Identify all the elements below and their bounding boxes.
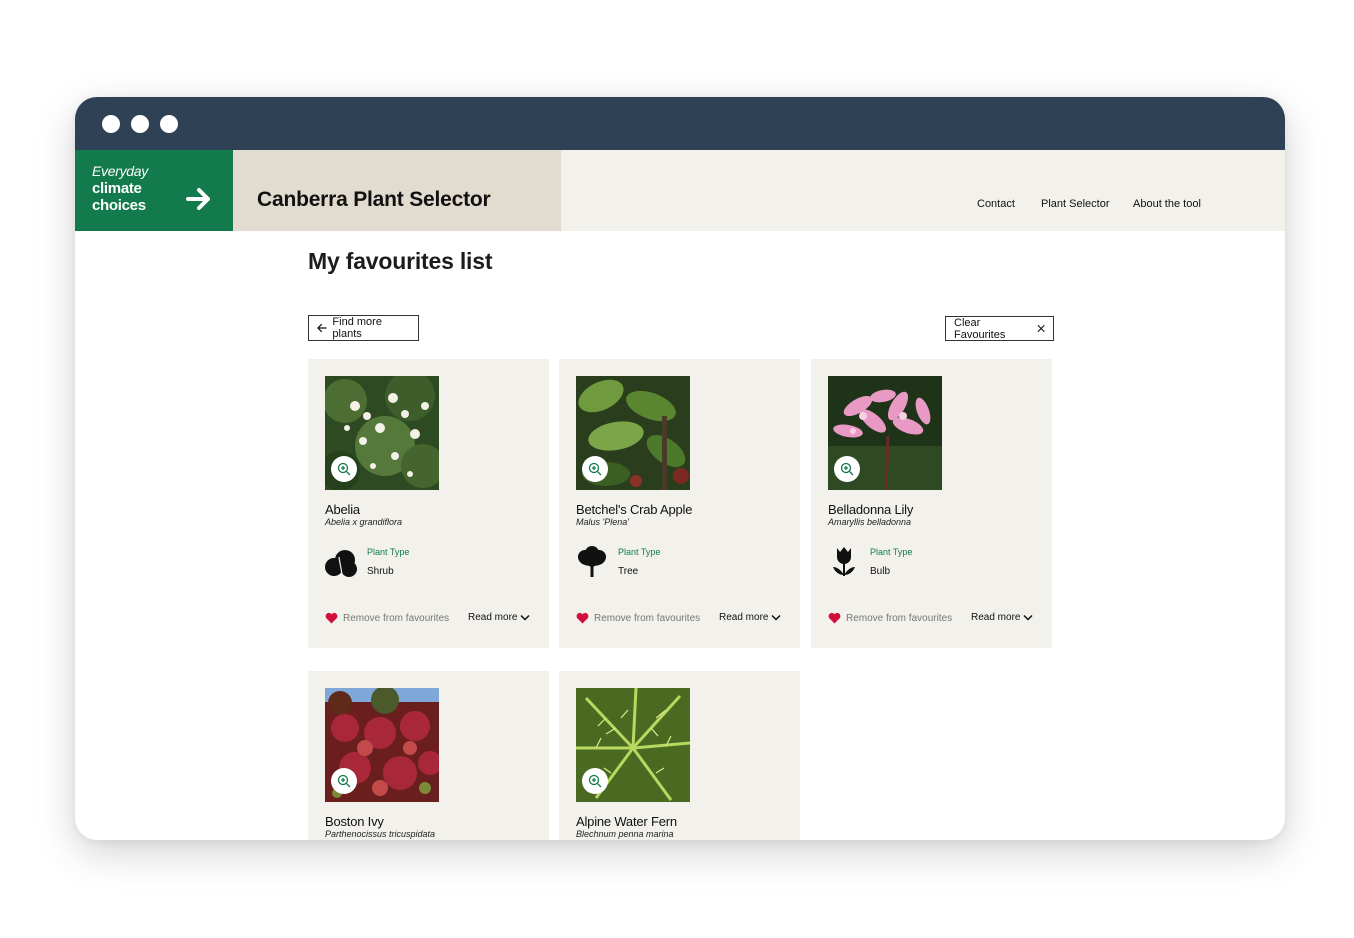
brand-line-1: Everyday	[92, 163, 148, 179]
plant-scientific-name: Blechnum penna marina	[576, 829, 674, 839]
plant-card: Belladonna Lily Amaryllis belladonna Pla…	[811, 359, 1052, 648]
chevron-down-icon	[1023, 614, 1033, 621]
read-more-label: Read more	[719, 612, 769, 623]
find-more-plants-label: Find more plants	[332, 316, 382, 340]
zoom-in-icon[interactable]	[331, 456, 357, 482]
find-more-plants-button[interactable]: Find more plants	[308, 315, 419, 341]
site-header: Everyday climate choices Canberra Plant …	[75, 150, 1285, 231]
plant-type-value: Tree	[618, 566, 639, 577]
window-close-dot[interactable]	[102, 115, 120, 133]
close-icon	[1037, 324, 1045, 333]
plant-image[interactable]	[325, 376, 439, 490]
browser-window: Everyday climate choices Canberra Plant …	[75, 97, 1285, 840]
plant-card: Abelia Abelia x grandiflora Plant Type S…	[308, 359, 549, 648]
zoom-in-icon[interactable]	[331, 768, 357, 794]
zoom-in-icon[interactable]	[834, 456, 860, 482]
nav-about[interactable]: About the tool	[1133, 198, 1201, 210]
plant-type-label: Plant Type	[367, 547, 410, 557]
plant-name[interactable]: Alpine Water Fern	[576, 814, 677, 829]
read-more-label: Read more	[971, 612, 1021, 623]
remove-label: Remove from favourites	[846, 612, 953, 624]
read-more-label: Read more	[468, 612, 518, 623]
window-maximize-dot[interactable]	[160, 115, 178, 133]
chevron-down-icon	[520, 614, 530, 621]
nav-plant-selector[interactable]: Plant Selector	[1041, 198, 1109, 210]
plant-name[interactable]: Betchel's Crab Apple	[576, 502, 692, 517]
plant-card: Betchel's Crab Apple Malus 'Plena' Plant…	[559, 359, 800, 648]
read-more-button[interactable]: Read more	[719, 612, 781, 623]
plant-image[interactable]	[576, 376, 690, 490]
window-titlebar	[75, 97, 1285, 150]
plant-type-value: Bulb	[870, 566, 891, 577]
plant-image[interactable]	[576, 688, 690, 802]
plant-scientific-name: Amaryllis belladonna	[828, 517, 912, 527]
plant-type-label: Plant Type	[618, 547, 661, 557]
arrow-right-icon	[186, 188, 210, 210]
remove-from-favourites-button[interactable]: Remove from favourites	[576, 612, 700, 624]
plant-type-value: Shrub	[367, 566, 394, 577]
tree-icon	[578, 546, 606, 577]
nav-contact[interactable]: Contact	[977, 198, 1015, 210]
plant-scientific-name: Malus 'Plena'	[576, 517, 629, 527]
brand-logo[interactable]: Everyday climate choices	[75, 150, 233, 231]
plant-image[interactable]	[828, 376, 942, 490]
read-more-button[interactable]: Read more	[468, 612, 530, 623]
plant-name[interactable]: Boston Ivy	[325, 814, 384, 829]
plant-card: Boston Ivy Parthenocissus tricuspidata	[308, 671, 549, 840]
heart-icon	[325, 612, 338, 624]
remove-from-favourites-button[interactable]: Remove from favourites	[325, 612, 449, 624]
heart-icon	[828, 612, 841, 624]
clear-favourites-button[interactable]: Clear Favourites	[945, 316, 1054, 341]
chevron-down-icon	[771, 614, 781, 621]
arrow-left-icon	[317, 323, 327, 333]
site-title[interactable]: Canberra Plant Selector	[257, 188, 491, 212]
plant-card: Alpine Water Fern Blechnum penna marina	[559, 671, 800, 840]
heart-icon	[576, 612, 589, 624]
plant-image[interactable]	[325, 688, 439, 802]
plant-scientific-name: Parthenocissus tricuspidata	[325, 829, 436, 839]
brand-line-2: climate	[92, 180, 142, 197]
page-title: My favourites list	[308, 248, 493, 274]
zoom-in-icon[interactable]	[582, 768, 608, 794]
shrub-icon	[325, 550, 357, 577]
zoom-in-icon[interactable]	[582, 456, 608, 482]
remove-from-favourites-button[interactable]: Remove from favourites	[828, 612, 952, 624]
site-title-box: Canberra Plant Selector	[233, 150, 561, 231]
read-more-button[interactable]: Read more	[971, 612, 1033, 623]
plant-scientific-name: Abelia x grandiflora	[325, 517, 403, 527]
plant-name[interactable]: Abelia	[325, 502, 360, 517]
clear-favourites-label: Clear Favourites	[954, 316, 1006, 341]
plant-name[interactable]: Belladonna Lily	[828, 502, 913, 517]
remove-label: Remove from favourites	[343, 612, 450, 624]
window-minimize-dot[interactable]	[131, 115, 149, 133]
remove-label: Remove from favourites	[594, 612, 701, 624]
bulb-icon	[833, 547, 855, 576]
plant-type-label: Plant Type	[870, 547, 913, 557]
brand-line-3: choices	[92, 197, 146, 214]
